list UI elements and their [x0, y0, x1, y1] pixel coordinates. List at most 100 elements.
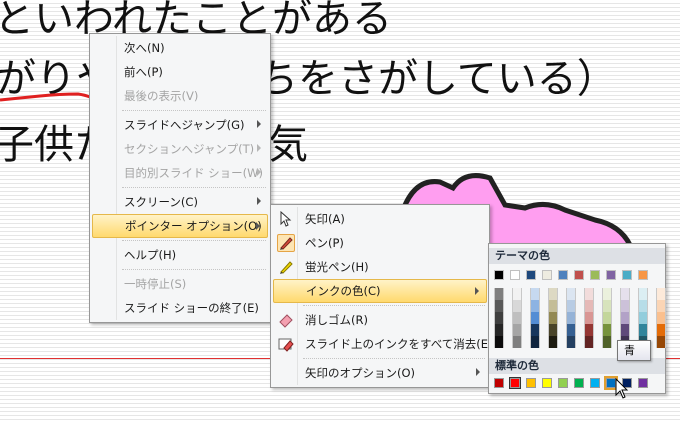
theme-shade-swatch[interactable] — [656, 324, 666, 336]
theme-shade-swatch[interactable] — [494, 336, 504, 348]
menu-separator — [303, 305, 485, 306]
theme-shade-swatch[interactable] — [656, 312, 666, 324]
theme-shade-swatch[interactable] — [638, 312, 648, 324]
submenu-arrow-icon — [476, 368, 480, 376]
standard-color-swatch[interactable] — [638, 378, 648, 388]
menu-item-highlighter[interactable]: 蛍光ペン(H) — [273, 255, 487, 279]
theme-shade-swatch[interactable] — [494, 288, 504, 300]
theme-shade-swatch[interactable] — [602, 336, 612, 348]
theme-shade-swatch[interactable] — [512, 300, 522, 312]
theme-shade-swatch[interactable] — [584, 324, 594, 336]
theme-shade-swatch[interactable] — [638, 300, 648, 312]
menu-item-pause[interactable]: 一時停止(S) — [92, 272, 268, 296]
theme-color-swatch[interactable] — [494, 270, 504, 280]
theme-color-swatch[interactable] — [510, 270, 520, 280]
theme-shade-swatch[interactable] — [548, 288, 558, 300]
theme-shade-swatch[interactable] — [494, 324, 504, 336]
theme-shade-swatch[interactable] — [602, 312, 612, 324]
menu-item-next[interactable]: 次へ(N) — [92, 36, 268, 60]
standard-color-swatch[interactable] — [590, 378, 600, 388]
theme-shade-swatch[interactable] — [566, 300, 576, 312]
theme-shade-column — [602, 288, 612, 348]
theme-shade-swatch[interactable] — [566, 288, 576, 300]
menu-item-arrow-options[interactable]: 矢印のオプション(O) — [273, 361, 487, 385]
standard-color-swatch[interactable] — [526, 378, 536, 388]
theme-shade-swatch[interactable] — [548, 324, 558, 336]
menu-item-ink-color[interactable]: インクの色(C) — [273, 279, 487, 303]
slide-text-line-2-right: ちをさがしている） — [258, 56, 617, 102]
menu-separator — [122, 269, 266, 270]
submenu-arrow-icon — [257, 168, 261, 176]
theme-shade-swatch[interactable] — [656, 300, 666, 312]
standard-color-swatch[interactable] — [509, 377, 521, 389]
theme-shade-swatch[interactable] — [656, 288, 666, 300]
red-ink-stroke — [0, 92, 91, 102]
theme-shade-swatch[interactable] — [602, 288, 612, 300]
theme-color-swatch[interactable] — [526, 270, 536, 280]
menu-item-pen[interactable]: ペン(P) — [273, 231, 487, 255]
theme-color-swatch[interactable] — [638, 270, 648, 280]
theme-color-swatch[interactable] — [558, 270, 568, 280]
theme-shade-swatch[interactable] — [548, 336, 558, 348]
theme-color-swatch[interactable] — [622, 270, 632, 280]
menu-item-go-to-section[interactable]: セクションへジャンプ(T) — [92, 137, 268, 161]
submenu-arrow-icon — [256, 222, 260, 230]
standard-color-swatch[interactable] — [494, 378, 504, 388]
menu-item-label: インクの色(C) — [306, 284, 381, 298]
theme-shade-swatch[interactable] — [494, 300, 504, 312]
theme-shade-swatch[interactable] — [584, 336, 594, 348]
menu-item-label: 目的別スライド ショー(W) — [124, 166, 263, 180]
theme-shade-swatch[interactable] — [638, 324, 648, 336]
menu-item-erase-all-ink[interactable]: スライド上のインクをすべて消去(E) — [273, 332, 492, 356]
theme-shade-swatch[interactable] — [566, 312, 576, 324]
theme-shade-swatch[interactable] — [620, 312, 630, 324]
theme-shade-swatch[interactable] — [584, 300, 594, 312]
menu-item-pointer-options[interactable]: ポインター オプション(O) — [92, 214, 268, 238]
standard-color-swatch[interactable] — [574, 378, 584, 388]
theme-color-swatch[interactable] — [606, 270, 616, 280]
menu-item-help[interactable]: ヘルプ(H) — [92, 243, 268, 267]
theme-shade-swatch[interactable] — [530, 312, 540, 324]
menu-item-eraser[interactable]: 消しゴム(R) — [273, 308, 487, 332]
menu-item-arrow[interactable]: 矢印(A) — [273, 207, 487, 231]
theme-shade-swatch[interactable] — [620, 300, 630, 312]
theme-color-swatch[interactable] — [590, 270, 600, 280]
theme-shade-swatch[interactable] — [602, 324, 612, 336]
theme-shade-column — [530, 288, 540, 348]
theme-color-swatch[interactable] — [542, 270, 552, 280]
menu-item-label: 矢印(A) — [305, 212, 345, 226]
theme-shade-swatch[interactable] — [566, 324, 576, 336]
theme-shade-swatch[interactable] — [548, 300, 558, 312]
theme-shade-swatch[interactable] — [656, 336, 666, 348]
theme-color-swatch[interactable] — [574, 270, 584, 280]
theme-shade-swatch[interactable] — [584, 312, 594, 324]
standard-color-swatch[interactable] — [542, 378, 552, 388]
slideshow-context-menu: 次へ(N) 前へ(P) 最後の表示(V) スライドへジャンプ(G) セクションへ… — [89, 33, 271, 323]
theme-shade-swatch[interactable] — [494, 312, 504, 324]
theme-shade-swatch[interactable] — [512, 312, 522, 324]
theme-shade-swatch[interactable] — [566, 336, 576, 348]
theme-shade-swatch[interactable] — [620, 324, 630, 336]
theme-shade-swatch[interactable] — [620, 288, 630, 300]
menu-item-previous[interactable]: 前へ(P) — [92, 60, 268, 84]
theme-shade-swatch[interactable] — [530, 336, 540, 348]
theme-shade-swatch[interactable] — [530, 324, 540, 336]
menu-item-custom-show[interactable]: 目的別スライド ショー(W) — [92, 161, 268, 185]
theme-shade-swatch[interactable] — [638, 288, 648, 300]
menu-separator — [122, 187, 266, 188]
standard-color-swatch[interactable] — [558, 378, 568, 388]
theme-shade-swatch[interactable] — [512, 324, 522, 336]
menu-item-label: 次へ(N) — [124, 41, 165, 55]
menu-item-last-viewed[interactable]: 最後の表示(V) — [92, 84, 268, 108]
theme-shade-swatch[interactable] — [584, 288, 594, 300]
theme-shade-swatch[interactable] — [530, 300, 540, 312]
theme-shade-swatch[interactable] — [602, 300, 612, 312]
menu-item-screen[interactable]: スクリーン(C) — [92, 190, 268, 214]
menu-item-label: 最後の表示(V) — [124, 89, 199, 103]
theme-shade-swatch[interactable] — [548, 312, 558, 324]
menu-item-end-show[interactable]: スライド ショーの終了(E) — [92, 296, 268, 320]
menu-item-go-to-slide[interactable]: スライドへジャンプ(G) — [92, 113, 268, 137]
theme-shade-swatch[interactable] — [512, 288, 522, 300]
theme-shade-swatch[interactable] — [512, 336, 522, 348]
theme-shade-swatch[interactable] — [530, 288, 540, 300]
